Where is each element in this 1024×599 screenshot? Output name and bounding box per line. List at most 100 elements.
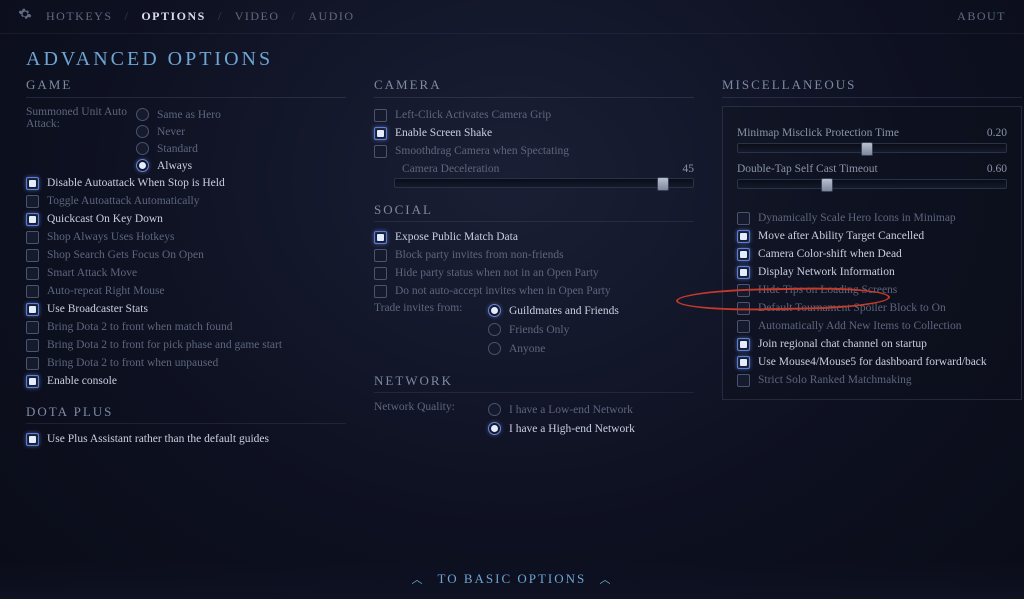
- game-option[interactable]: Enable console: [26, 372, 346, 390]
- radio[interactable]: [488, 403, 501, 416]
- game-option[interactable]: Bring Dota 2 to front for pick phase and…: [26, 336, 346, 354]
- summoned-opt[interactable]: Never: [136, 123, 221, 140]
- checkbox[interactable]: [737, 212, 750, 225]
- checkbox[interactable]: [26, 195, 39, 208]
- slider-handle[interactable]: [821, 178, 833, 192]
- checkbox[interactable]: [737, 248, 750, 261]
- social-option[interactable]: Hide party status when not in an Open Pa…: [374, 264, 694, 282]
- game-option[interactable]: Shop Search Gets Focus On Open: [26, 246, 346, 264]
- camera-option[interactable]: Smoothdrag Camera when Spectating: [374, 142, 694, 160]
- misc-slider: Minimap Misclick Protection Time0.20: [737, 127, 1007, 153]
- option-label: Bring Dota 2 to front when unpaused: [47, 357, 346, 369]
- radio[interactable]: [136, 159, 149, 172]
- radio[interactable]: [136, 142, 149, 155]
- network-opt[interactable]: I have a High-end Network: [488, 420, 635, 437]
- slider-track[interactable]: [737, 143, 1007, 153]
- radio[interactable]: [136, 125, 149, 138]
- checkbox[interactable]: [26, 375, 39, 388]
- checkbox[interactable]: [26, 339, 39, 352]
- game-option[interactable]: Use Broadcaster Stats: [26, 300, 346, 318]
- tab-hotkeys[interactable]: HOTKEYS: [46, 9, 113, 24]
- misc-option[interactable]: Automatically Add New Items to Collectio…: [737, 317, 1007, 335]
- game-option[interactable]: Smart Attack Move: [26, 264, 346, 282]
- game-option[interactable]: Quickcast On Key Down: [26, 210, 346, 228]
- tab-video[interactable]: VIDEO: [235, 9, 280, 24]
- checkbox[interactable]: [737, 284, 750, 297]
- slider-value: 0.20: [987, 127, 1007, 139]
- checkbox[interactable]: [374, 145, 387, 158]
- misc-option[interactable]: Strict Solo Ranked Matchmaking: [737, 371, 1007, 389]
- game-option[interactable]: Shop Always Uses Hotkeys: [26, 228, 346, 246]
- network-opt[interactable]: I have a Low-end Network: [488, 401, 635, 418]
- nav-sep: /: [292, 9, 297, 24]
- trade-label: Trade invites from:: [374, 302, 482, 314]
- camera-option[interactable]: Left-Click Activates Camera Grip: [374, 106, 694, 124]
- checkbox[interactable]: [737, 230, 750, 243]
- misc-option[interactable]: Camera Color-shift when Dead: [737, 245, 1007, 263]
- checkbox[interactable]: [26, 267, 39, 280]
- trade-opt[interactable]: Friends Only: [488, 321, 619, 338]
- summoned-opt[interactable]: Always: [136, 157, 221, 174]
- misc-option[interactable]: Use Mouse4/Mouse5 for dashboard forward/…: [737, 353, 1007, 371]
- checkbox[interactable]: [374, 127, 387, 140]
- radio[interactable]: [136, 108, 149, 121]
- game-option[interactable]: Auto-repeat Right Mouse: [26, 282, 346, 300]
- checkbox[interactable]: [737, 320, 750, 333]
- summoned-opt[interactable]: Standard: [136, 140, 221, 157]
- camera-option[interactable]: Enable Screen Shake: [374, 124, 694, 142]
- nav-sep: /: [125, 9, 130, 24]
- about-link[interactable]: ABOUT: [957, 9, 1006, 24]
- social-option[interactable]: Do not auto-accept invites when in Open …: [374, 282, 694, 300]
- checkbox[interactable]: [26, 321, 39, 334]
- checkbox[interactable]: [26, 433, 39, 446]
- trade-opt[interactable]: Anyone: [488, 340, 619, 357]
- misc-option[interactable]: Join regional chat channel on startup: [737, 335, 1007, 353]
- checkbox[interactable]: [374, 285, 387, 298]
- checkbox[interactable]: [26, 177, 39, 190]
- checkbox[interactable]: [374, 109, 387, 122]
- footer-label: TO BASIC OPTIONS: [437, 571, 586, 586]
- misc-option[interactable]: Display Network Information: [737, 263, 1007, 281]
- gear-icon[interactable]: [18, 7, 32, 25]
- checkbox[interactable]: [26, 303, 39, 316]
- radio[interactable]: [488, 342, 501, 355]
- checkbox[interactable]: [737, 356, 750, 369]
- social-option[interactable]: Expose Public Match Data: [374, 228, 694, 246]
- misc-option[interactable]: Hide Tips on Loading Screens: [737, 281, 1007, 299]
- to-basic-options[interactable]: ︿ TO BASIC OPTIONS ︿: [0, 561, 1024, 599]
- checkbox[interactable]: [374, 267, 387, 280]
- game-option[interactable]: Disable Autoattack When Stop is Held: [26, 174, 346, 192]
- radio[interactable]: [488, 422, 501, 435]
- checkbox[interactable]: [26, 249, 39, 262]
- game-option[interactable]: Bring Dota 2 to front when unpaused: [26, 354, 346, 372]
- checkbox[interactable]: [737, 266, 750, 279]
- misc-option[interactable]: Move after Ability Target Cancelled: [737, 227, 1007, 245]
- game-option[interactable]: Toggle Autoattack Automatically: [26, 192, 346, 210]
- option-label: Toggle Autoattack Automatically: [47, 195, 346, 207]
- misc-option[interactable]: Default Tournament Spoiler Block to On: [737, 299, 1007, 317]
- radio[interactable]: [488, 323, 501, 336]
- checkbox[interactable]: [737, 374, 750, 387]
- tab-options[interactable]: OPTIONS: [141, 9, 206, 24]
- trade-opt[interactable]: Guildmates and Friends: [488, 302, 619, 319]
- dotaplus-option[interactable]: Use Plus Assistant rather than the defau…: [26, 430, 346, 448]
- checkbox[interactable]: [26, 357, 39, 370]
- checkbox[interactable]: [737, 338, 750, 351]
- checkbox[interactable]: [374, 231, 387, 244]
- game-option[interactable]: Bring Dota 2 to front when match found: [26, 318, 346, 336]
- slider-handle[interactable]: [657, 177, 669, 191]
- col-mid: CAMERA Left-Click Activates Camera GripE…: [374, 77, 694, 448]
- camera-decel-slider[interactable]: [394, 178, 694, 188]
- tab-audio[interactable]: AUDIO: [308, 9, 354, 24]
- checkbox[interactable]: [26, 213, 39, 226]
- slider-handle[interactable]: [861, 142, 873, 156]
- summoned-opt[interactable]: Same as Hero: [136, 106, 221, 123]
- checkbox[interactable]: [737, 302, 750, 315]
- slider-track[interactable]: [737, 179, 1007, 189]
- checkbox[interactable]: [26, 231, 39, 244]
- checkbox[interactable]: [374, 249, 387, 262]
- misc-option[interactable]: Dynamically Scale Hero Icons in Minimap: [737, 209, 1007, 227]
- social-option[interactable]: Block party invites from non-friends: [374, 246, 694, 264]
- radio[interactable]: [488, 304, 501, 317]
- checkbox[interactable]: [26, 285, 39, 298]
